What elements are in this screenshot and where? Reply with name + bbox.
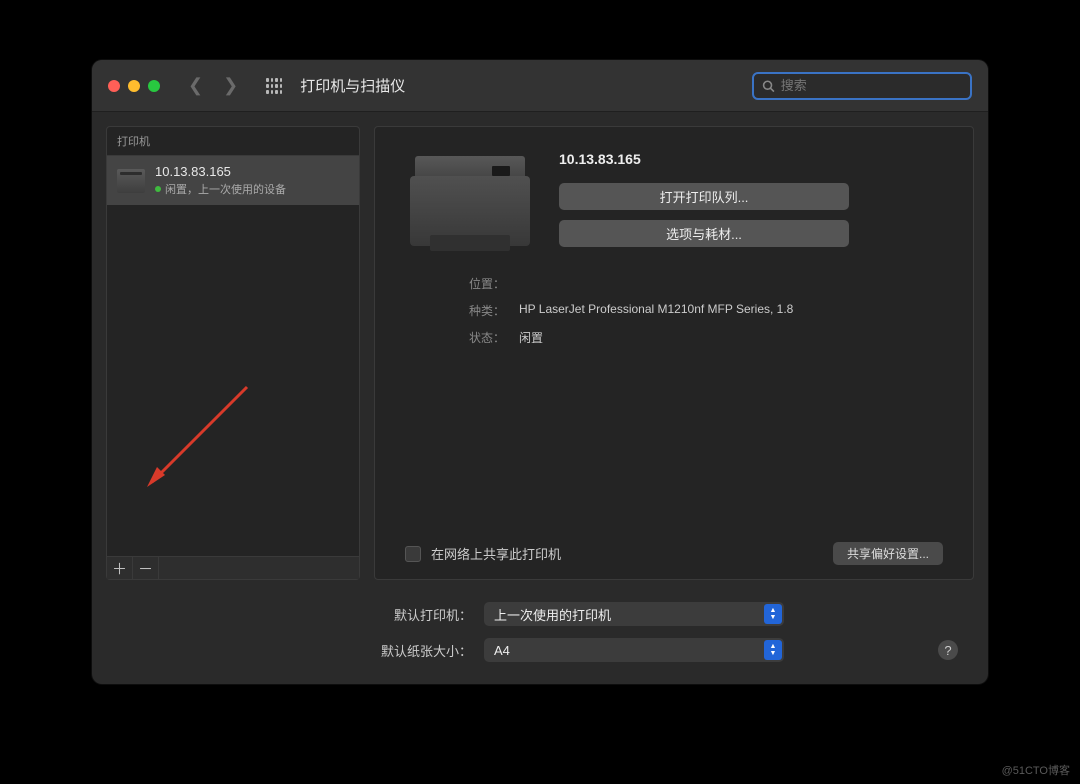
bottom-controls: 默认打印机： 上一次使用的打印机 ▲▼ 默认纸张大小： A4 ▲▼ ? bbox=[92, 594, 988, 680]
detail-top: 10.13.83.165 打开打印队列... 选项与耗材... bbox=[405, 151, 943, 251]
titlebar: ❮ ❯ 打印机与扫描仪 bbox=[92, 60, 988, 112]
sidebar-footer: ＋ － bbox=[107, 556, 359, 579]
add-printer-button[interactable]: ＋ bbox=[107, 557, 133, 579]
kind-value: HP LaserJet Professional M1210nf MFP Ser… bbox=[519, 302, 943, 319]
default-printer-label: 默认打印机： bbox=[122, 605, 472, 624]
location-label: 位置： bbox=[405, 275, 505, 292]
default-printer-value: 上一次使用的打印机 bbox=[494, 605, 611, 624]
printer-status-text: 闲置，上一次使用的设备 bbox=[165, 181, 286, 197]
window-title: 打印机与扫描仪 bbox=[300, 75, 405, 96]
search-input[interactable] bbox=[781, 78, 962, 93]
forward-button[interactable]: ❯ bbox=[223, 75, 238, 96]
sidebar-header: 打印机 bbox=[107, 127, 359, 156]
watermark: @51CTO博客 bbox=[1002, 762, 1070, 778]
back-button[interactable]: ❮ bbox=[188, 75, 203, 96]
default-paper-row: 默认纸张大小： A4 ▲▼ ? bbox=[122, 638, 958, 662]
traffic-lights bbox=[108, 80, 160, 92]
printer-sidebar: 打印机 10.13.83.165 闲置，上一次使用的设备 ＋ － bbox=[106, 126, 360, 580]
kind-label: 种类： bbox=[405, 302, 505, 319]
printer-thumb-icon bbox=[117, 169, 145, 193]
share-label: 在网络上共享此打印机 bbox=[431, 544, 561, 563]
status-label: 状态： bbox=[405, 329, 505, 346]
search-icon bbox=[762, 79, 775, 93]
content-area: 打印机 10.13.83.165 闲置，上一次使用的设备 ＋ － bbox=[92, 112, 988, 594]
default-paper-select[interactable]: A4 ▲▼ bbox=[484, 638, 784, 662]
detail-right: 10.13.83.165 打开打印队列... 选项与耗材... bbox=[559, 151, 943, 251]
printer-large-icon bbox=[405, 151, 535, 251]
search-field[interactable] bbox=[752, 72, 972, 100]
default-printer-select[interactable]: 上一次使用的打印机 ▲▼ bbox=[484, 602, 784, 626]
remove-printer-button[interactable]: － bbox=[133, 557, 159, 579]
status-value: 闲置 bbox=[519, 329, 943, 346]
nav-buttons: ❮ ❯ bbox=[188, 75, 238, 96]
share-checkbox[interactable] bbox=[405, 546, 421, 562]
zoom-icon[interactable] bbox=[148, 80, 160, 92]
status-dot-icon bbox=[155, 186, 161, 192]
minimize-icon[interactable] bbox=[128, 80, 140, 92]
printer-name: 10.13.83.165 bbox=[155, 164, 286, 179]
default-paper-label: 默认纸张大小： bbox=[122, 641, 472, 660]
annotation-arrow-icon bbox=[137, 377, 257, 497]
printer-list-item[interactable]: 10.13.83.165 闲置，上一次使用的设备 bbox=[107, 156, 359, 205]
chevron-updown-icon: ▲▼ bbox=[764, 640, 782, 660]
grid-icon[interactable] bbox=[266, 78, 282, 94]
default-printer-row: 默认打印机： 上一次使用的打印机 ▲▼ bbox=[122, 602, 958, 626]
help-button[interactable]: ? bbox=[938, 640, 958, 660]
close-icon[interactable] bbox=[108, 80, 120, 92]
preferences-window: ❮ ❯ 打印机与扫描仪 打印机 10.13.83.165 闲置，上一次使用的设备 bbox=[92, 60, 988, 684]
printer-info: 10.13.83.165 闲置，上一次使用的设备 bbox=[155, 164, 286, 197]
sharing-prefs-button[interactable]: 共享偏好设置... bbox=[833, 542, 943, 565]
printer-meta: 位置： 种类： HP LaserJet Professional M1210nf… bbox=[405, 275, 943, 346]
printer-status: 闲置，上一次使用的设备 bbox=[155, 181, 286, 197]
open-queue-button[interactable]: 打开打印队列... bbox=[559, 183, 849, 210]
detail-printer-name: 10.13.83.165 bbox=[559, 151, 943, 167]
options-supplies-button[interactable]: 选项与耗材... bbox=[559, 220, 849, 247]
chevron-updown-icon: ▲▼ bbox=[764, 604, 782, 624]
default-paper-value: A4 bbox=[494, 643, 510, 658]
printer-detail-panel: 10.13.83.165 打开打印队列... 选项与耗材... 位置： 种类： … bbox=[374, 126, 974, 580]
share-row: 在网络上共享此打印机 共享偏好设置... bbox=[405, 526, 943, 565]
location-value bbox=[519, 275, 943, 292]
